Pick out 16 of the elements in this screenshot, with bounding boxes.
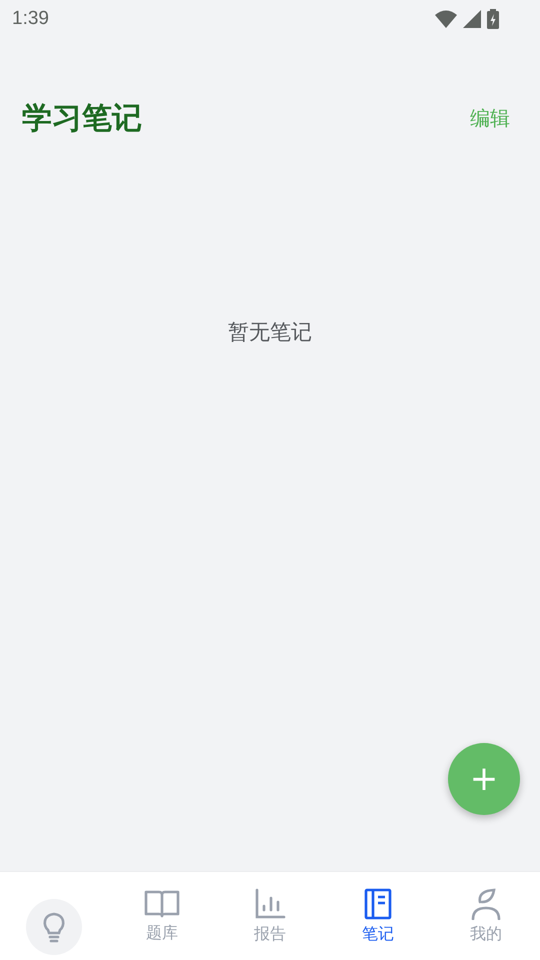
- status-time: 1:39: [12, 8, 49, 30]
- page-title: 学习笔记: [22, 100, 142, 138]
- edit-button[interactable]: 编辑: [470, 104, 510, 132]
- nav-tab[interactable]: 题库: [108, 888, 216, 944]
- empty-message: 暂无笔记: [228, 319, 312, 346]
- nav-tab[interactable]: 报告: [216, 888, 324, 944]
- battery-icon: [486, 8, 500, 30]
- nav-tab[interactable]: 笔记: [324, 888, 432, 944]
- wifi-icon: [434, 9, 458, 29]
- person-icon: [470, 888, 502, 920]
- nav-tab[interactable]: 我的: [432, 888, 540, 944]
- notebook-icon: [364, 888, 392, 920]
- book-icon: [144, 888, 180, 918]
- signal-icon: [462, 9, 482, 29]
- bar-chart-icon: [254, 888, 286, 920]
- add-button[interactable]: +: [448, 743, 520, 815]
